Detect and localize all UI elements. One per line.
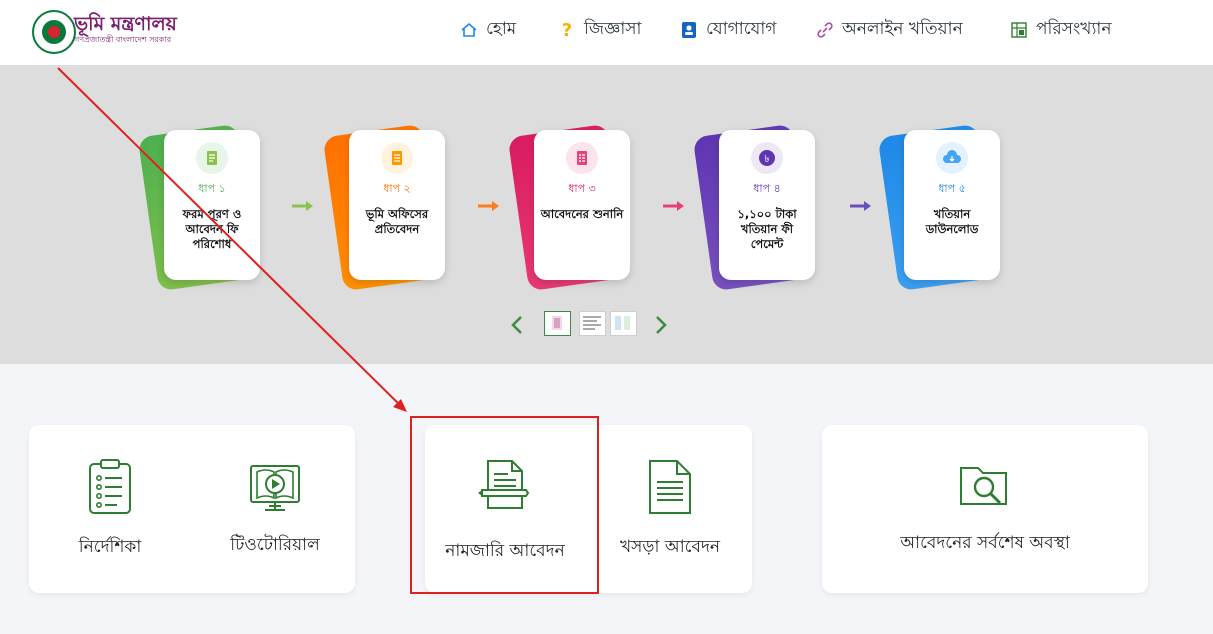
annotation-arrow	[57, 67, 407, 412]
